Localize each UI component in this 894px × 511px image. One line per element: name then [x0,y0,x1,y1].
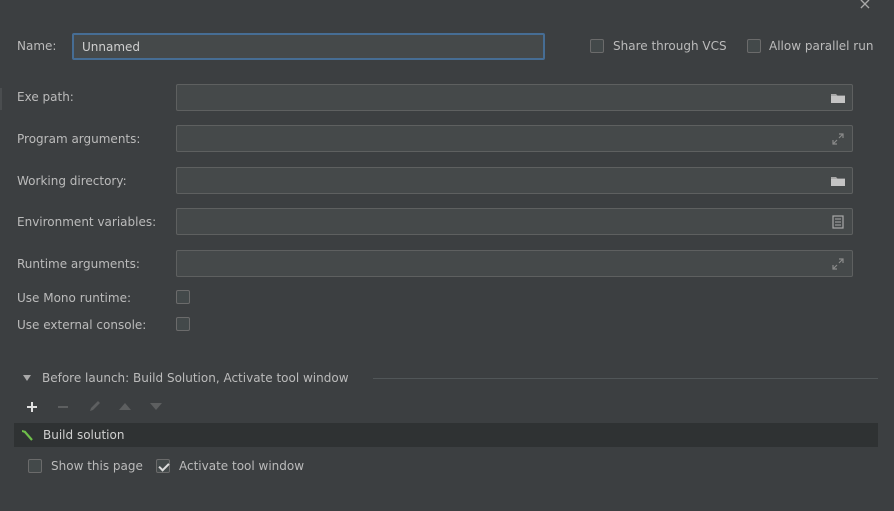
allow-parallel-checkbox[interactable] [747,39,761,53]
show-page-checkbox[interactable] [28,459,42,473]
runtime-arguments-label: Runtime arguments: [17,257,140,271]
name-input[interactable] [72,33,545,60]
exe-path-label: Exe path: [17,90,74,104]
hammer-icon [22,430,33,441]
activate-tool-label[interactable]: Activate tool window [179,459,304,473]
environment-variables-label: Environment variables: [17,215,157,229]
use-external-console-label: Use external console: [17,318,147,332]
working-directory-field[interactable] [176,167,853,194]
edit-icon[interactable] [87,398,103,414]
exe-path-field[interactable] [176,84,853,111]
share-vcs-label[interactable]: Share through VCS [613,39,727,53]
remove-icon[interactable] [55,399,71,415]
program-arguments-label: Program arguments: [17,132,141,146]
program-arguments-field[interactable] [176,125,853,152]
exe-path-input[interactable] [177,85,829,110]
task-label: Build solution [43,428,125,442]
expand-icon[interactable] [830,256,846,272]
environment-variables-input[interactable] [177,209,829,234]
share-vcs-checkbox[interactable] [590,39,604,53]
folder-icon[interactable] [830,173,846,189]
collapse-triangle-icon[interactable] [22,374,32,382]
environment-variables-field[interactable] [176,208,853,235]
expand-icon[interactable] [830,131,846,147]
use-external-console-checkbox[interactable] [176,317,190,331]
runtime-arguments-field[interactable] [176,250,853,277]
use-mono-checkbox[interactable] [176,290,190,304]
runtime-arguments-input[interactable] [177,251,829,276]
allow-parallel-label[interactable]: Allow parallel run [769,39,873,53]
move-down-icon[interactable] [148,400,164,412]
folder-icon[interactable] [830,90,846,106]
before-launch-title[interactable]: Before launch: Build Solution, Activate … [42,371,349,385]
section-separator [373,378,878,379]
add-icon[interactable] [24,399,40,415]
use-mono-label: Use Mono runtime: [17,291,131,305]
name-label: Name: [17,39,57,53]
close-icon[interactable]: × [855,0,875,14]
working-directory-input[interactable] [177,168,829,193]
list-icon[interactable] [830,214,846,230]
show-page-label[interactable]: Show this page [51,459,143,473]
working-directory-label: Working directory: [17,174,127,188]
program-arguments-input[interactable] [177,126,829,151]
list-item[interactable]: Build solution [14,423,878,447]
divider [0,88,2,110]
activate-tool-checkbox[interactable] [156,459,170,473]
move-up-icon[interactable] [117,400,133,412]
